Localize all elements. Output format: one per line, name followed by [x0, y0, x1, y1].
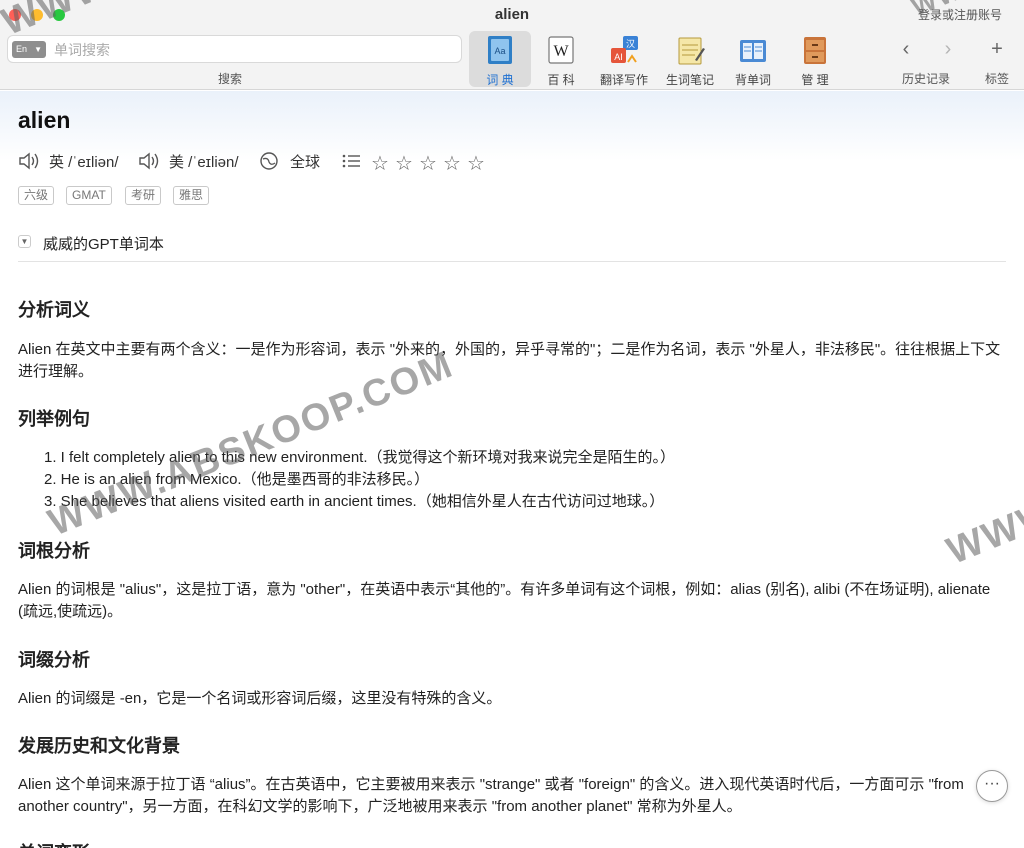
- section-history-title: 发展历史和文化背景: [18, 736, 180, 756]
- pron-us: 美 /ˈeɪliən/: [169, 154, 239, 171]
- tool-notebook-label: 生词笔记: [665, 73, 714, 87]
- tool-dictionary-label: 词 典: [486, 73, 514, 87]
- example-list: 1. I felt completely alien to this new e…: [44, 447, 675, 513]
- example-item: 1. I felt completely alien to this new e…: [44, 449, 675, 466]
- history-caption: 历史记录: [902, 72, 951, 86]
- speaker-icon: [19, 152, 39, 170]
- tool-translate-label: 翻译写作: [599, 73, 648, 87]
- search-mode-label: En: [16, 44, 28, 54]
- tag-kaoyan: 考研: [125, 186, 162, 205]
- tool-encyclopedia[interactable]: W 百 科: [530, 31, 592, 87]
- add-bookmark-button[interactable]: +: [983, 36, 1011, 62]
- svg-text:AI: AI: [614, 52, 623, 62]
- search-input[interactable]: [54, 40, 454, 60]
- star-icon[interactable]: ☆: [419, 151, 437, 176]
- toolbar: alien 登录或注册账号 En ▼ 搜索 Aa 词 典 W 百 科 汉 AI: [0, 0, 1024, 90]
- section-root-text: Alien 的词根是 "alius"，这是拉丁语，意为 "other"，在英语中…: [18, 581, 991, 620]
- tool-translate[interactable]: 汉 AI 翻译写作: [593, 31, 655, 87]
- svg-text:Aa: Aa: [494, 46, 505, 56]
- login-link[interactable]: 登录或注册账号: [918, 6, 1002, 23]
- section-examples-title: 列举例句: [18, 409, 90, 429]
- bookmark-caption: 标签: [985, 72, 1010, 86]
- section-meaning-title: 分析词义: [18, 300, 90, 320]
- speaker-uk-button[interactable]: [18, 151, 40, 175]
- chevron-down-icon: ▼: [34, 45, 42, 54]
- tag-ielts: 雅思: [173, 186, 210, 205]
- chevron-down-icon: ▼: [18, 235, 31, 248]
- chevron-right-icon: ›: [944, 38, 952, 60]
- search-box: En ▼: [7, 35, 462, 63]
- speaker-us-button[interactable]: [138, 151, 160, 175]
- wikipedia-icon: W: [548, 36, 574, 64]
- plus-icon: +: [991, 38, 1003, 60]
- example-item: 2. He is an alien from Mexico.（他是墨西哥的非法移…: [44, 471, 430, 488]
- svg-text:W: W: [553, 43, 569, 60]
- speaker-icon: [139, 152, 159, 170]
- section-meaning-text: Alien 在英文中主要有两个含义：一是作为形容词，表示 "外来的，外国的，异乎…: [18, 341, 1001, 380]
- translate-icon: 汉 AI: [611, 36, 638, 63]
- tool-manage[interactable]: 管 理: [784, 31, 846, 87]
- section-affix-title: 词缀分析: [18, 650, 90, 670]
- tag-cet6: 六级: [18, 186, 55, 205]
- divider: [18, 261, 1006, 262]
- search-mode-dropdown[interactable]: En ▼: [12, 41, 46, 58]
- headword: alien: [18, 107, 71, 133]
- star-icon[interactable]: ☆: [467, 151, 485, 176]
- section-history-text: Alien 这个单词来源于拉丁语 “alius”。在古英语中，它主要被用来表示 …: [18, 776, 964, 815]
- globe-icon: [260, 152, 278, 170]
- notebook-icon: [678, 37, 705, 65]
- tool-flashcards[interactable]: 背单词: [722, 31, 784, 87]
- entry-content: alien 英 /ˈeɪliən/ 美 /ˈeɪliən/ 全球 ☆ ☆ ☆ ☆…: [0, 91, 1024, 848]
- example-item: 3. She believes that aliens visited eart…: [44, 493, 665, 510]
- section-affix-text: Alien 的词缀是 -en，它是一个名词或形容词后缀，这里没有特殊的含义。: [18, 690, 502, 707]
- watermark: WWW: [941, 491, 1024, 573]
- global-pron-button[interactable]: [259, 151, 279, 175]
- global-pron-label: 全球: [290, 154, 321, 171]
- search-caption: 搜索: [218, 72, 243, 86]
- cabinet-icon: [804, 37, 826, 64]
- star-icon[interactable]: ☆: [395, 151, 413, 176]
- tool-manage-label: 管 理: [801, 73, 829, 87]
- history-forward-button[interactable]: ›: [934, 36, 962, 62]
- section-inflection-title: 单词变形: [18, 839, 90, 848]
- dictionary-icon: Aa: [488, 36, 512, 64]
- svg-text:汉: 汉: [626, 39, 635, 50]
- tag-gmat: GMAT: [66, 186, 112, 205]
- tool-dictionary[interactable]: Aa 词 典: [469, 31, 531, 87]
- star-icon[interactable]: ☆: [371, 151, 389, 176]
- window-title: alien: [494, 6, 530, 23]
- chevron-left-icon: ‹: [902, 38, 910, 60]
- flashcards-icon: [740, 40, 766, 62]
- tool-notebook[interactable]: 生词笔记: [659, 31, 721, 87]
- list-button[interactable]: [341, 151, 361, 175]
- tool-encyclopedia-label: 百 科: [547, 73, 575, 87]
- tool-flashcards-label: 背单词: [734, 73, 771, 87]
- wordbook-label: 威威的GPT单词本: [43, 236, 164, 253]
- star-icon[interactable]: ☆: [443, 151, 461, 176]
- pron-uk: 英 /ˈeɪliən/: [49, 154, 119, 171]
- history-back-button[interactable]: ‹: [892, 36, 920, 62]
- chat-bubble-icon: ···: [984, 775, 1000, 792]
- list-icon: [342, 154, 360, 168]
- chat-button[interactable]: ···: [976, 770, 1008, 802]
- section-root-title: 词根分析: [18, 541, 90, 561]
